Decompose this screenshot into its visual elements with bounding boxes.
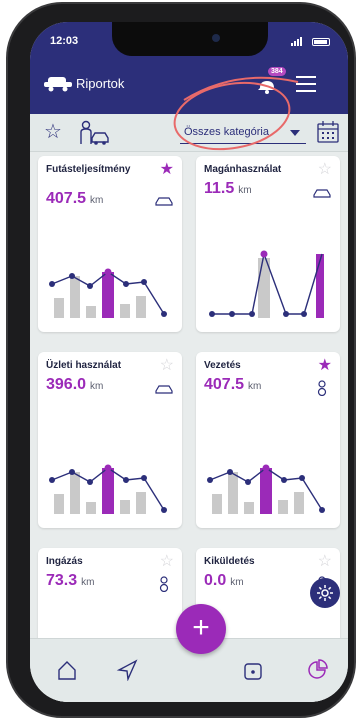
- trend-chart: [49, 268, 167, 318]
- driver-icon: [159, 576, 169, 592]
- notification-badge: 384: [268, 67, 286, 76]
- card-value: 73.3 km: [46, 572, 95, 589]
- home-icon[interactable]: [56, 659, 78, 681]
- report-card-business-use[interactable]: Üzleti használat 396.0 km ☆: [38, 352, 182, 528]
- notch: [112, 22, 268, 56]
- screen: 12:03 Riportok 384 ☆ Összes kategória Fu…: [30, 22, 348, 702]
- trend-chart: [49, 464, 167, 514]
- favorite-star-icon[interactable]: ☆: [160, 358, 174, 374]
- calendar-icon[interactable]: [316, 120, 340, 144]
- driver-icon: [317, 380, 327, 396]
- chevron-down-icon: [290, 130, 300, 136]
- card-title: Ingázás: [46, 556, 83, 567]
- car-icon: [155, 197, 173, 206]
- car-icon: [313, 189, 331, 198]
- report-card-driving[interactable]: Vezetés 407.5 km ★: [196, 352, 340, 528]
- report-card-mileage[interactable]: Futásteljesítmény 407.5 km ★: [38, 156, 182, 332]
- trip-icon[interactable]: [242, 659, 264, 681]
- gear-icon: [317, 585, 333, 601]
- card-value: 407.5 km: [46, 190, 104, 207]
- reports-icon[interactable]: [306, 659, 328, 681]
- app-title: Riportok: [76, 76, 125, 91]
- report-card-private-use[interactable]: Magánhasználat 11.5 km ☆: [196, 156, 340, 332]
- card-title: Futásteljesítmény: [46, 164, 131, 175]
- card-value: 407.5 km: [204, 376, 262, 393]
- trend-chart: [209, 250, 324, 318]
- add-button[interactable]: +: [176, 604, 226, 654]
- driver-car-icon[interactable]: [78, 120, 110, 146]
- navigate-icon[interactable]: [116, 659, 138, 681]
- favorites-filter-star-icon[interactable]: ☆: [44, 122, 62, 142]
- card-value: 11.5 km: [204, 180, 252, 197]
- settings-button[interactable]: [310, 578, 340, 608]
- app-logo-icon: [44, 77, 72, 92]
- favorite-star-icon[interactable]: ★: [160, 162, 174, 178]
- filter-bar: ☆ Összes kategória: [30, 114, 348, 152]
- category-select-value: Összes kategória: [184, 126, 269, 138]
- car-icon: [155, 385, 173, 394]
- card-value: 396.0 km: [46, 376, 104, 393]
- card-value: 0.0 km: [204, 572, 244, 589]
- status-icons: [291, 36, 330, 47]
- card-title: Magánhasználat: [204, 164, 282, 175]
- favorite-star-icon[interactable]: ★: [318, 358, 332, 374]
- favorite-star-icon[interactable]: ☆: [318, 162, 332, 178]
- status-time: 12:03: [50, 35, 79, 47]
- phone-frame: 12:03 Riportok 384 ☆ Összes kategória Fu…: [6, 2, 356, 718]
- menu-icon[interactable]: [296, 76, 316, 92]
- favorite-star-icon[interactable]: ☆: [160, 554, 174, 570]
- favorite-star-icon[interactable]: ☆: [318, 554, 332, 570]
- card-title: Vezetés: [204, 360, 241, 371]
- app-bar: Riportok 384: [30, 64, 348, 104]
- category-select[interactable]: Összes kategória: [180, 122, 306, 144]
- battery-icon: [312, 37, 330, 46]
- card-title: Üzleti használat: [46, 360, 122, 371]
- card-title: Kiküldetés: [204, 556, 255, 567]
- trend-chart: [207, 464, 325, 514]
